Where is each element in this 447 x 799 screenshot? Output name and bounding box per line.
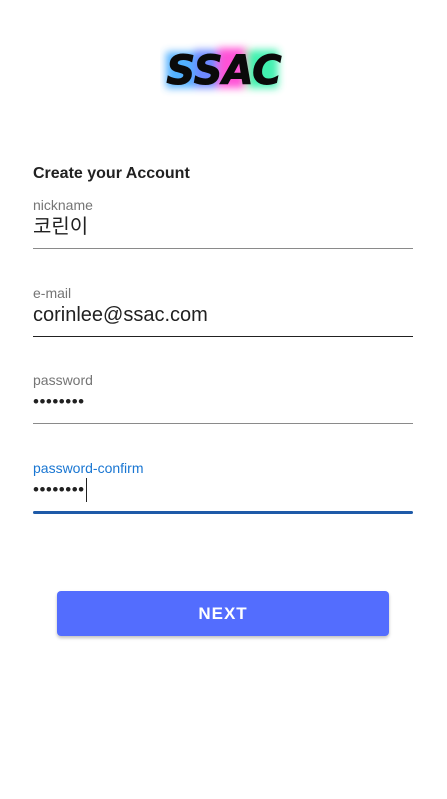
text-caret [85,478,87,502]
password-label: password [33,372,93,388]
nickname-underline [33,248,413,249]
nickname-label: nickname [33,197,93,213]
email-input[interactable]: corinlee@ssac.com [33,302,208,328]
ssac-logo: SSAC [160,38,288,102]
password-input[interactable]: •••••••• [33,389,85,415]
email-field[interactable]: e-mail corinlee@ssac.com [33,285,413,343]
email-underline [33,336,413,337]
nickname-field[interactable]: nickname 코린이 [33,197,413,255]
email-label: e-mail [33,285,72,301]
password-confirm-field[interactable]: password-confirm •••••••• [33,460,413,518]
nickname-input[interactable]: 코린이 [33,214,88,240]
password-confirm-input[interactable]: •••••••• [33,477,87,503]
password-confirm-value: •••••••• [33,480,85,499]
page-title: Create your Account [33,165,190,182]
password-confirm-underline [33,511,413,514]
password-field[interactable]: password •••••••• [33,372,413,430]
next-button[interactable]: NEXT [57,591,389,636]
password-underline [33,423,413,424]
logo-text: SSAC [166,48,281,94]
password-confirm-label: password-confirm [33,460,144,476]
